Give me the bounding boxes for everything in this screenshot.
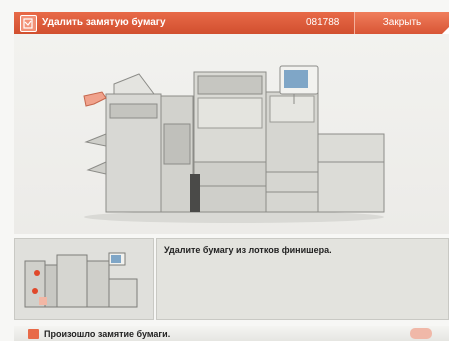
paper-jam-icon [28,329,39,339]
corner-triangle-icon [442,27,449,34]
instruction-text: Удалите бумагу из лотков финишера. [164,245,332,255]
error-code: 081788 [306,17,340,28]
paper-jam-icon [20,15,37,32]
printer-illustration [83,65,385,223]
status-bar: Произошло замятие бумаги. [14,326,449,341]
page-title: Удалить замятую бумагу [42,17,166,28]
jam-marker-icon [34,270,40,276]
printer-illustration-area [14,34,449,234]
instruction-panel: Удалите бумагу из лотков финишера. [156,238,449,320]
title-bar: Удалить замятую бумагу 081788 Закрыть [14,12,449,34]
status-message: Произошло замятие бумаги. [44,329,171,339]
close-button-label: Закрыть [382,17,422,28]
printer-thumbnail [24,252,138,308]
jam-marker-icon [32,288,38,294]
hand-pointer-icon [83,91,107,107]
status-badge[interactable] [410,328,432,339]
jam-location-thumbnail [14,238,154,320]
close-button[interactable]: Закрыть [354,12,449,34]
